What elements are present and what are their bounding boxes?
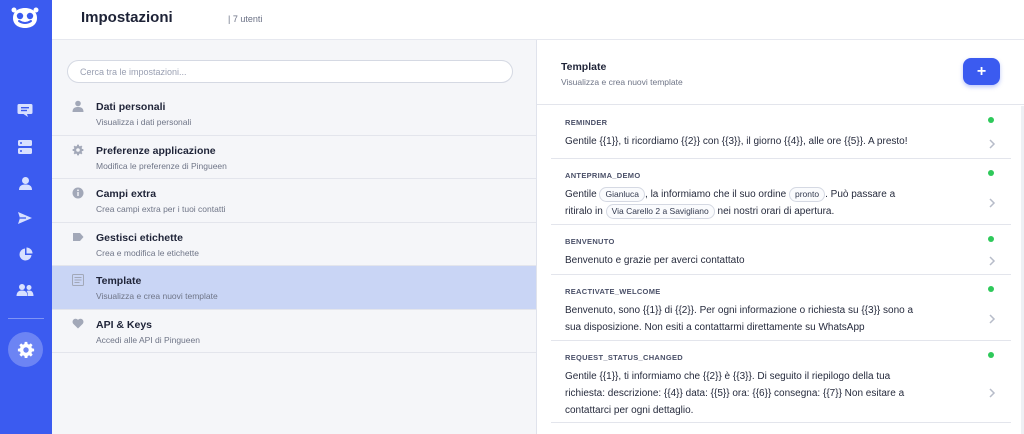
status-dot xyxy=(988,236,994,242)
menu-item-dati-personali[interactable]: Dati personali Visualizza i dati persona… xyxy=(52,92,536,136)
template-item[interactable]: REQUEST_STATUS_CHANGED Gentile {{1}}, ti… xyxy=(551,341,1011,423)
settings-menu: Dati personali Visualizza i dati persona… xyxy=(52,92,536,353)
menu-item-description: Visualizza e crea nuovi template xyxy=(96,291,218,301)
add-template-button[interactable]: + xyxy=(963,58,1000,85)
template-name: BENVENUTO xyxy=(565,237,615,246)
template-name: REACTIVATE_WELCOME xyxy=(565,287,661,296)
chevron-right-icon xyxy=(989,388,996,398)
settings-button[interactable] xyxy=(8,332,43,367)
menu-item-campi-extra[interactable]: Campi extra Crea campi extra per i tuoi … xyxy=(52,179,536,223)
template-icon xyxy=(71,273,85,287)
menu-item-label: Preferenze applicazione xyxy=(96,144,216,157)
menu-item-description: Visualizza i dati personali xyxy=(96,117,192,127)
rail-divider xyxy=(8,318,44,319)
page-header: Impostazioni | 7 utenti xyxy=(52,0,1024,40)
status-dot xyxy=(988,286,994,292)
variable-chip: pronto xyxy=(789,187,826,202)
user-count: | 7 utenti xyxy=(228,14,263,24)
menu-item-description: Modifica le preferenze di Pingueen xyxy=(96,160,227,171)
chevron-right-icon xyxy=(989,198,996,208)
variable-chip: Via Carello 2 a Savigliano xyxy=(605,204,715,219)
template-panel: Template Visualizza e crea nuovi templat… xyxy=(537,40,1024,434)
body-text: , la informiamo che il suo ordine xyxy=(645,189,787,200)
app-rail xyxy=(0,0,52,434)
template-panel-header: Template Visualizza e crea nuovi templat… xyxy=(537,40,1024,105)
template-body: Gentile {{1}}, ti informiamo che {{2}} è… xyxy=(565,371,905,416)
menu-item-description: Crea e modifica le etichette xyxy=(96,247,199,258)
heart-icon xyxy=(71,317,85,331)
users-icon[interactable] xyxy=(14,279,36,301)
template-body: Benvenuto, sono {{1}} di {{2}}. Per ogni… xyxy=(565,305,914,333)
pie-chart-icon[interactable] xyxy=(14,243,36,265)
menu-item-label: API & Keys xyxy=(96,318,153,331)
page-title: Impostazioni xyxy=(81,9,173,26)
server-icon[interactable] xyxy=(14,136,36,158)
panel-subtitle: Visualizza e crea nuovi template xyxy=(561,77,683,87)
template-item[interactable]: BENVENUTO Benvenuto e grazie per averci … xyxy=(551,225,1011,275)
chevron-right-icon xyxy=(989,314,996,324)
template-item[interactable]: REACTIVATE_WELCOME Benvenuto, sono {{1}}… xyxy=(551,275,1011,341)
user-icon[interactable] xyxy=(14,172,36,194)
template-body: Gentile {{1}}, ti ricordiamo {{2}} con {… xyxy=(565,136,908,147)
settings-search-input[interactable] xyxy=(67,60,513,83)
variable-chip: Gianluca xyxy=(599,187,646,202)
menu-item-preferenze[interactable]: Preferenze applicazione Modifica le pref… xyxy=(52,136,536,179)
template-name: REMINDER xyxy=(565,118,608,127)
template-name: REQUEST_STATUS_CHANGED xyxy=(565,353,684,362)
status-dot xyxy=(988,117,994,123)
template-name: ANTEPRIMA_DEMO xyxy=(565,171,641,180)
info-icon xyxy=(71,186,85,200)
template-item[interactable]: ANTEPRIMA_DEMO Gentile Gianluca, la info… xyxy=(551,159,1011,225)
menu-item-label: Dati personali xyxy=(96,101,166,113)
menu-item-description: Accedi alle API di Pingueen xyxy=(96,334,200,345)
menu-item-template[interactable]: Template Visualizza e crea nuovi templat… xyxy=(52,266,536,310)
template-body: Benvenuto e grazie per averci contattato xyxy=(565,255,745,266)
menu-item-label: Gestisci etichette xyxy=(96,231,183,244)
body-text: nei nostri orari di apertura. xyxy=(717,206,835,217)
body-text: Gentile xyxy=(565,189,597,200)
send-icon[interactable] xyxy=(14,207,36,229)
settings-list-panel: Dati personali Visualizza i dati persona… xyxy=(52,40,537,434)
template-item[interactable]: REMINDER Gentile {{1}}, ti ricordiamo {{… xyxy=(551,106,1011,159)
menu-item-label: Template xyxy=(96,275,142,287)
gear-icon xyxy=(17,341,34,358)
menu-item-api-keys[interactable]: API & Keys Accedi alle API di Pingueen xyxy=(52,310,536,353)
person-icon xyxy=(71,99,85,113)
tag-icon xyxy=(71,230,85,244)
chevron-right-icon xyxy=(989,256,996,266)
panel-title: Template xyxy=(561,61,607,73)
menu-item-etichette[interactable]: Gestisci etichette Crea e modifica le et… xyxy=(52,223,536,266)
menu-item-label: Campi extra xyxy=(96,188,157,200)
pingueen-logo[interactable] xyxy=(10,6,40,30)
status-dot xyxy=(988,352,994,358)
chevron-right-icon xyxy=(989,139,996,149)
template-body: Gentile Gianluca, la informiamo che il s… xyxy=(565,186,915,220)
menu-item-description: Crea campi extra per i tuoi contatti xyxy=(96,204,226,214)
status-dot xyxy=(988,170,994,176)
gear-icon xyxy=(71,143,85,157)
chat-icon[interactable] xyxy=(14,99,36,121)
